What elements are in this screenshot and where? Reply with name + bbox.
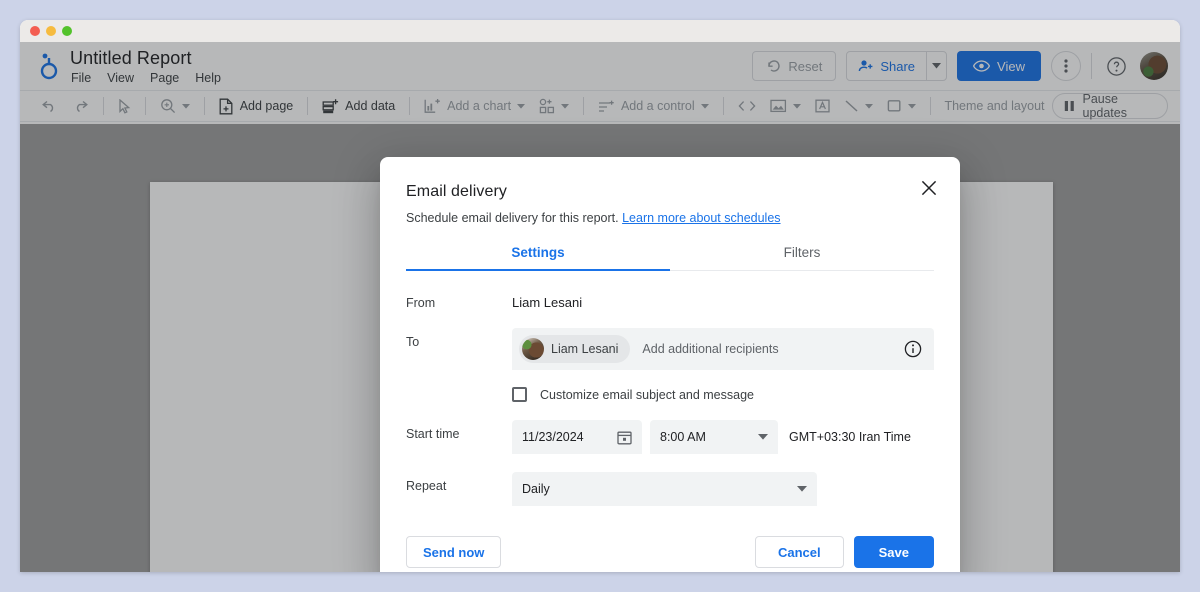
window-maximize-button[interactable] <box>62 26 72 36</box>
window-close-button[interactable] <box>30 26 40 36</box>
send-now-button[interactable]: Send now <box>406 536 502 568</box>
customize-email-row[interactable]: Customize email subject and message <box>512 387 934 402</box>
dialog-footer-actions: Cancel Save <box>754 536 934 568</box>
from-label: From <box>406 296 436 310</box>
save-button[interactable]: Save <box>853 536 934 568</box>
to-row: To Liam Lesani Add additional recipients <box>406 328 934 370</box>
recipients-placeholder: Add additional recipients <box>642 341 779 356</box>
dialog-subtitle-text: Schedule email delivery for this report. <box>406 211 619 225</box>
dialog-title: Email delivery <box>406 183 507 200</box>
learn-more-link[interactable]: Learn more about schedules <box>622 211 780 225</box>
chevron-down-icon <box>758 434 768 440</box>
email-delivery-dialog: Email delivery Schedule email delivery f… <box>380 157 960 572</box>
app-root: Untitled Report File View Page Help Rese… <box>20 42 1180 572</box>
start-time-controls: 11/23/2024 8:00 AM GMT+03:30 Iran Time <box>512 420 911 454</box>
to-label: To <box>406 335 420 349</box>
close-dialog-button[interactable] <box>916 175 942 201</box>
tab-filters[interactable]: Filters <box>670 245 934 270</box>
email-delivery-form: From Liam Lesani To Liam Lesani Add addi… <box>406 289 934 568</box>
chevron-down-icon <box>797 486 807 492</box>
customize-email-label: Customize email subject and message <box>540 387 754 402</box>
info-icon <box>904 340 922 358</box>
recipients-info-button[interactable] <box>904 340 922 358</box>
recipient-chip[interactable]: Liam Lesani <box>519 334 631 363</box>
customize-email-checkbox[interactable] <box>512 387 527 402</box>
window-minimize-button[interactable] <box>46 26 56 36</box>
window-titlebar <box>20 20 1180 42</box>
start-time-value: 8:00 AM <box>660 430 706 444</box>
start-date-input[interactable]: 11/23/2024 <box>512 420 642 454</box>
repeat-row: Repeat Daily <box>406 472 934 506</box>
recipient-name: Liam Lesani <box>551 341 619 356</box>
browser-window: Untitled Report File View Page Help Rese… <box>20 20 1180 572</box>
from-value: Liam Lesani <box>512 295 583 310</box>
tab-settings[interactable]: Settings <box>406 245 670 271</box>
repeat-select[interactable]: Daily <box>512 472 817 506</box>
start-time-label: Start time <box>406 427 460 441</box>
calendar-icon[interactable] <box>617 430 632 445</box>
recipients-input[interactable]: Liam Lesani Add additional recipients <box>512 328 934 370</box>
dialog-footer: Send now Cancel Save <box>406 536 934 568</box>
dialog-tabs: Settings Filters <box>406 245 934 271</box>
start-date-value: 11/23/2024 <box>522 430 584 444</box>
start-time-select[interactable]: 8:00 AM <box>650 420 778 454</box>
repeat-value: Daily <box>522 482 550 496</box>
close-icon <box>921 180 937 196</box>
start-time-row: Start time 11/23/2024 8:00 AM GMT+03:30 … <box>406 420 934 454</box>
recipient-avatar <box>522 337 544 360</box>
repeat-label: Repeat <box>406 479 447 493</box>
cancel-button[interactable]: Cancel <box>754 536 844 568</box>
dialog-subtitle: Schedule email delivery for this report.… <box>406 209 934 227</box>
from-row: From Liam Lesani <box>406 289 934 310</box>
timezone-label: GMT+03:30 Iran Time <box>789 430 911 444</box>
